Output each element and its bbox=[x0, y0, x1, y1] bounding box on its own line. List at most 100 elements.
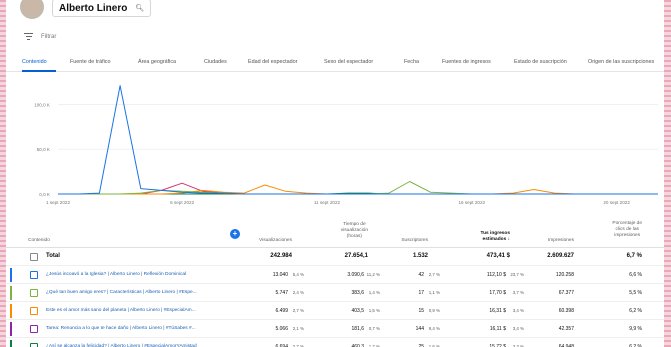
line-chart: 0,0 K 50,0 K 100,0 K 1 sept 2022 6 sept 2022… bbox=[34, 85, 658, 205]
page-stripe-right bbox=[664, 0, 671, 347]
tab-contenido[interactable]: Contenido bbox=[22, 59, 47, 65]
tab-fuentes-de-ingresos[interactable]: Fuentes de ingresos bbox=[442, 59, 491, 65]
series-color-bar bbox=[10, 286, 12, 300]
cell-watch-pct: 0,7 % bbox=[368, 326, 380, 331]
header-content[interactable]: Contenido bbox=[28, 238, 50, 244]
tab-fuente-de-trafico[interactable]: Fuente de tráfico bbox=[70, 59, 110, 65]
cell-rev-pct: 3,7 % bbox=[512, 290, 524, 295]
cell-subs: 15 bbox=[418, 308, 424, 314]
cell-impr: 42.357 bbox=[558, 326, 574, 332]
select-all-checkbox[interactable] bbox=[30, 253, 38, 261]
video-title-link[interactable]: Tarea: Renuncia a lo que te hace daño | … bbox=[46, 326, 196, 331]
row-checkbox[interactable] bbox=[30, 343, 38, 347]
x-tick-label: 1 sept 2022 bbox=[46, 200, 70, 205]
cell-ctr: 6,2 % bbox=[629, 308, 642, 314]
cell-ctr: 9,9 % bbox=[629, 326, 642, 332]
cell-impr: 67.377 bbox=[558, 290, 574, 296]
cell-subs: 17 bbox=[418, 290, 424, 296]
tab-estado-de-suscripcion[interactable]: Estado de suscripción bbox=[514, 59, 567, 65]
tab-edad-del-espectador[interactable]: Edad del espectador bbox=[248, 59, 297, 65]
add-metric-button[interactable]: + bbox=[230, 229, 240, 239]
cell-watch: 181,6 bbox=[351, 326, 364, 332]
cell-watch: 383,6 bbox=[351, 290, 364, 296]
cell-rev-pct: 3,4 % bbox=[512, 308, 524, 313]
x-tick-label: 16 sept 2022 bbox=[459, 200, 486, 205]
x-tick-label: 11 sept 2022 bbox=[314, 200, 341, 205]
filter-label: Filtrar bbox=[41, 33, 57, 40]
cell-rev: 17,70 $ bbox=[489, 290, 506, 296]
table-row[interactable]: ¿Jesús incoavó a la Iglesia? | Alberto L… bbox=[6, 266, 664, 284]
cell-ctr: 5,5 % bbox=[629, 290, 642, 296]
tab-origen-de-las-suscripciones[interactable]: Origen de las suscripciones bbox=[588, 59, 654, 65]
filter-icon bbox=[24, 33, 33, 40]
cell-subs: 42 bbox=[418, 272, 424, 278]
cell-subs-pct: 1,1 % bbox=[428, 290, 440, 295]
table-row[interactable]: ¿Así se alcanza la felicidad? | Alberto … bbox=[6, 338, 664, 347]
dimension-tabs: Contenido Fuente de tráfico Área geográf… bbox=[6, 56, 664, 72]
table-row[interactable]: ¿Qué tan buen amigo eres? | Característi… bbox=[6, 284, 664, 302]
tab-area-geografica[interactable]: Área geográfica bbox=[138, 59, 176, 65]
cell-subs-pct: 9,4 % bbox=[428, 326, 440, 331]
video-title-link[interactable]: ¿Jesús incoavó a la Iglesia? | Alberto L… bbox=[46, 272, 186, 277]
total-row: Total 242.984 27.654,1 1.532 473,41 $ 2.… bbox=[6, 248, 664, 266]
total-subscribers: 1.532 bbox=[412, 253, 428, 259]
channel-avatar[interactable] bbox=[20, 0, 44, 19]
total-watch-time: 27.654,1 bbox=[344, 253, 368, 259]
video-title-link[interactable]: Este es el amor más sano del planeta | A… bbox=[46, 308, 196, 313]
tab-sexo-del-espectador[interactable]: Sexo del espectador bbox=[324, 59, 373, 65]
total-label: Total bbox=[46, 253, 60, 259]
header-ctr[interactable]: Porcentaje de clics de las impresiones bbox=[612, 221, 642, 239]
cell-views-pct: 5,4 % bbox=[292, 272, 304, 277]
total-revenue: 473,41 $ bbox=[486, 253, 510, 259]
cell-views: 6.499 bbox=[275, 308, 288, 314]
row-checkbox[interactable] bbox=[30, 307, 38, 315]
table-row[interactable]: Tarea: Renuncia a lo que te hace daño | … bbox=[6, 320, 664, 338]
y-tick-label: 100,0 K bbox=[34, 102, 51, 107]
analytics-panel: Alberto Linero 🔍︎ Filtrar Contenido Fuen… bbox=[6, 0, 664, 347]
cell-views-pct: 2,7 % bbox=[292, 308, 304, 313]
cell-rev-pct: 23,7 % bbox=[510, 272, 524, 277]
total-impressions: 2.609.627 bbox=[547, 253, 574, 259]
header-watch-time[interactable]: Tiempo de visualización (horas) bbox=[341, 222, 368, 240]
filter-bar[interactable]: Filtrar bbox=[24, 33, 56, 40]
cell-rev: 112,10 $ bbox=[486, 272, 506, 278]
series-color-bar bbox=[10, 304, 12, 318]
table-row[interactable]: Este es el amor más sano del planeta | A… bbox=[6, 302, 664, 320]
video-title-link[interactable]: ¿Qué tan buen amigo eres? | Característi… bbox=[46, 290, 197, 295]
cell-views: 5.066 bbox=[275, 326, 288, 332]
channel-header: Alberto Linero 🔍︎ bbox=[20, 0, 152, 20]
series-color-bar bbox=[10, 322, 12, 336]
y-tick-label: 50,0 K bbox=[37, 147, 51, 152]
table-header: Contenido + Visualizaciones Tiempo de vi… bbox=[6, 218, 664, 248]
cell-watch: 3.090,6 bbox=[347, 272, 364, 278]
x-tick-label: 20 sept 2022 bbox=[603, 200, 630, 205]
series-line[interactable] bbox=[58, 181, 658, 195]
row-checkbox[interactable] bbox=[30, 271, 38, 279]
cell-impr: 120.258 bbox=[555, 272, 574, 278]
cell-subs-pct: 2,7 % bbox=[428, 272, 440, 277]
series-color-bar bbox=[10, 340, 12, 347]
cell-views: 5.747 bbox=[275, 290, 288, 296]
channel-selector[interactable]: Alberto Linero 🔍︎ bbox=[52, 0, 152, 17]
cell-subs: 144 bbox=[415, 326, 424, 332]
cell-rev: 16,11 $ bbox=[489, 326, 506, 332]
row-checkbox[interactable] bbox=[30, 325, 38, 333]
row-checkbox[interactable] bbox=[30, 289, 38, 297]
header-subscribers[interactable]: Suscriptores bbox=[401, 238, 428, 244]
cell-subs-pct: 0,9 % bbox=[428, 308, 440, 313]
cell-watch: 403,5 bbox=[351, 308, 364, 314]
series-line[interactable] bbox=[58, 85, 658, 195]
header-views[interactable]: Visualizaciones bbox=[259, 238, 292, 244]
tab-fecha[interactable]: Fecha bbox=[404, 59, 419, 65]
cell-views-pct: 2,4 % bbox=[292, 290, 304, 295]
series-color-bar bbox=[10, 268, 12, 282]
header-revenue[interactable]: Tus ingresos estimados ↓ bbox=[481, 231, 511, 243]
channel-name: Alberto Linero bbox=[59, 2, 128, 14]
cell-rev: 16,31 $ bbox=[489, 308, 506, 314]
total-views: 242.984 bbox=[270, 253, 292, 259]
header-impressions[interactable]: Impresiones bbox=[548, 238, 574, 244]
cell-watch-pct: 1,4 % bbox=[368, 290, 380, 295]
cell-watch-pct: 11,2 % bbox=[366, 272, 380, 277]
tab-ciudades[interactable]: Ciudades bbox=[204, 59, 227, 65]
search-icon[interactable]: 🔍︎ bbox=[135, 4, 144, 12]
